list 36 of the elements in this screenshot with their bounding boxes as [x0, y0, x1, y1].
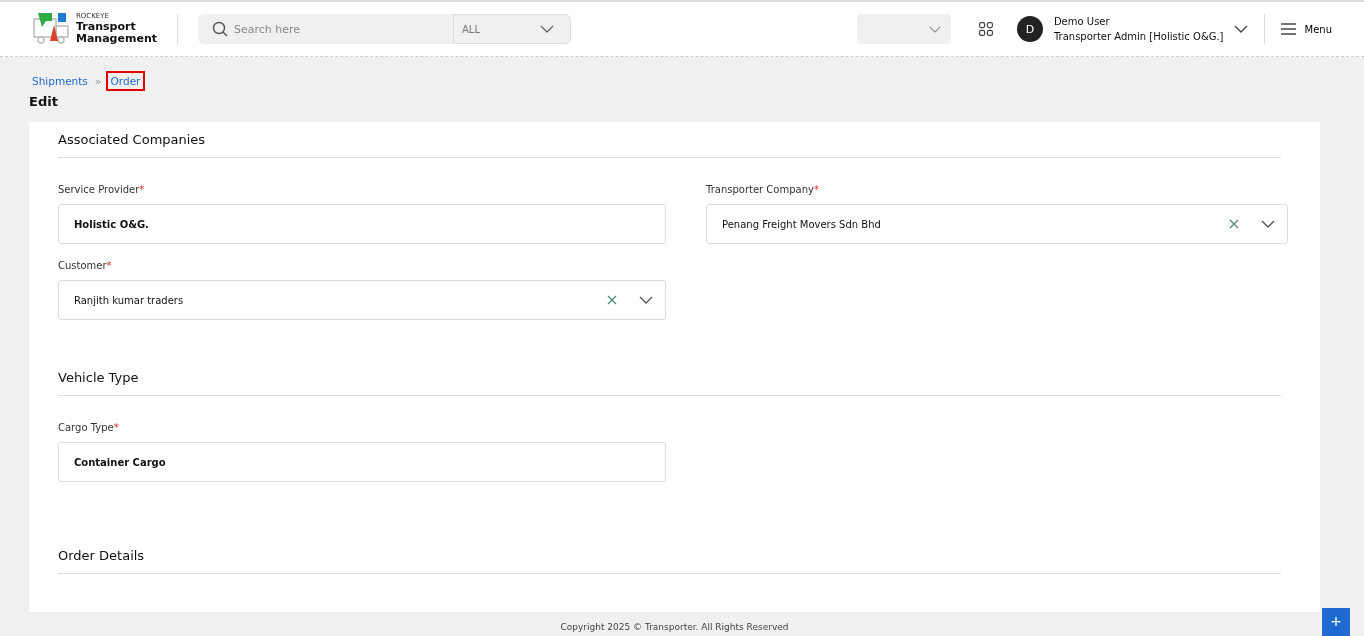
- add-button[interactable]: +: [1322, 608, 1350, 636]
- clear-icon[interactable]: [607, 295, 617, 305]
- scope-dropdown[interactable]: ALL: [453, 14, 571, 44]
- apps-grid-icon[interactable]: [978, 22, 993, 36]
- brand-name: Management: [76, 32, 157, 45]
- clear-icon[interactable]: [1229, 219, 1239, 229]
- menu-icon: [1280, 23, 1296, 35]
- text-field[interactable]: Holistic O&G.: [58, 204, 666, 244]
- breadcrumb-link[interactable]: Shipments: [29, 73, 91, 89]
- user-avatar[interactable]: D: [1016, 16, 1043, 42]
- field-label: Customer*: [58, 260, 113, 271]
- brand-name: Transport: [76, 20, 137, 33]
- chevron-down-icon[interactable]: [639, 296, 653, 304]
- search-icon: [212, 21, 228, 37]
- chevron-down-icon[interactable]: [1233, 25, 1248, 33]
- page-title: Edit: [29, 94, 59, 109]
- chevron-down-icon: [928, 25, 941, 33]
- copyright-text: Copyright 2025 © Transporter. All Rights Reserved: [559, 622, 790, 632]
- section-title: Vehicle Type: [58, 360, 1281, 396]
- breadcrumb-separator: »: [94, 74, 102, 88]
- menu-button[interactable]: Menu: [1280, 23, 1332, 35]
- section-title: Order Details: [58, 538, 1281, 574]
- search-field[interactable]: Search here: [198, 14, 453, 44]
- user-role: Transporter Admin [Holistic O&G.]: [1053, 30, 1224, 44]
- select-field[interactable]: Penang Freight Movers Sdn Bhd: [706, 204, 1288, 244]
- section-title: Associated Companies: [58, 122, 1281, 158]
- user-name: Demo User: [1053, 15, 1111, 29]
- field-label: Transporter Company*: [706, 184, 820, 195]
- chevron-down-icon[interactable]: [1261, 220, 1275, 228]
- text-field[interactable]: Container Cargo: [58, 442, 666, 482]
- field-label: Cargo Type*: [58, 422, 120, 433]
- chevron-down-icon: [540, 25, 554, 33]
- breadcrumb-link[interactable]: Order: [105, 71, 146, 91]
- field-label: Service Provider*: [58, 184, 146, 195]
- select-field[interactable]: Ranjith kumar traders: [58, 280, 666, 320]
- truck-logo-icon: [32, 11, 72, 47]
